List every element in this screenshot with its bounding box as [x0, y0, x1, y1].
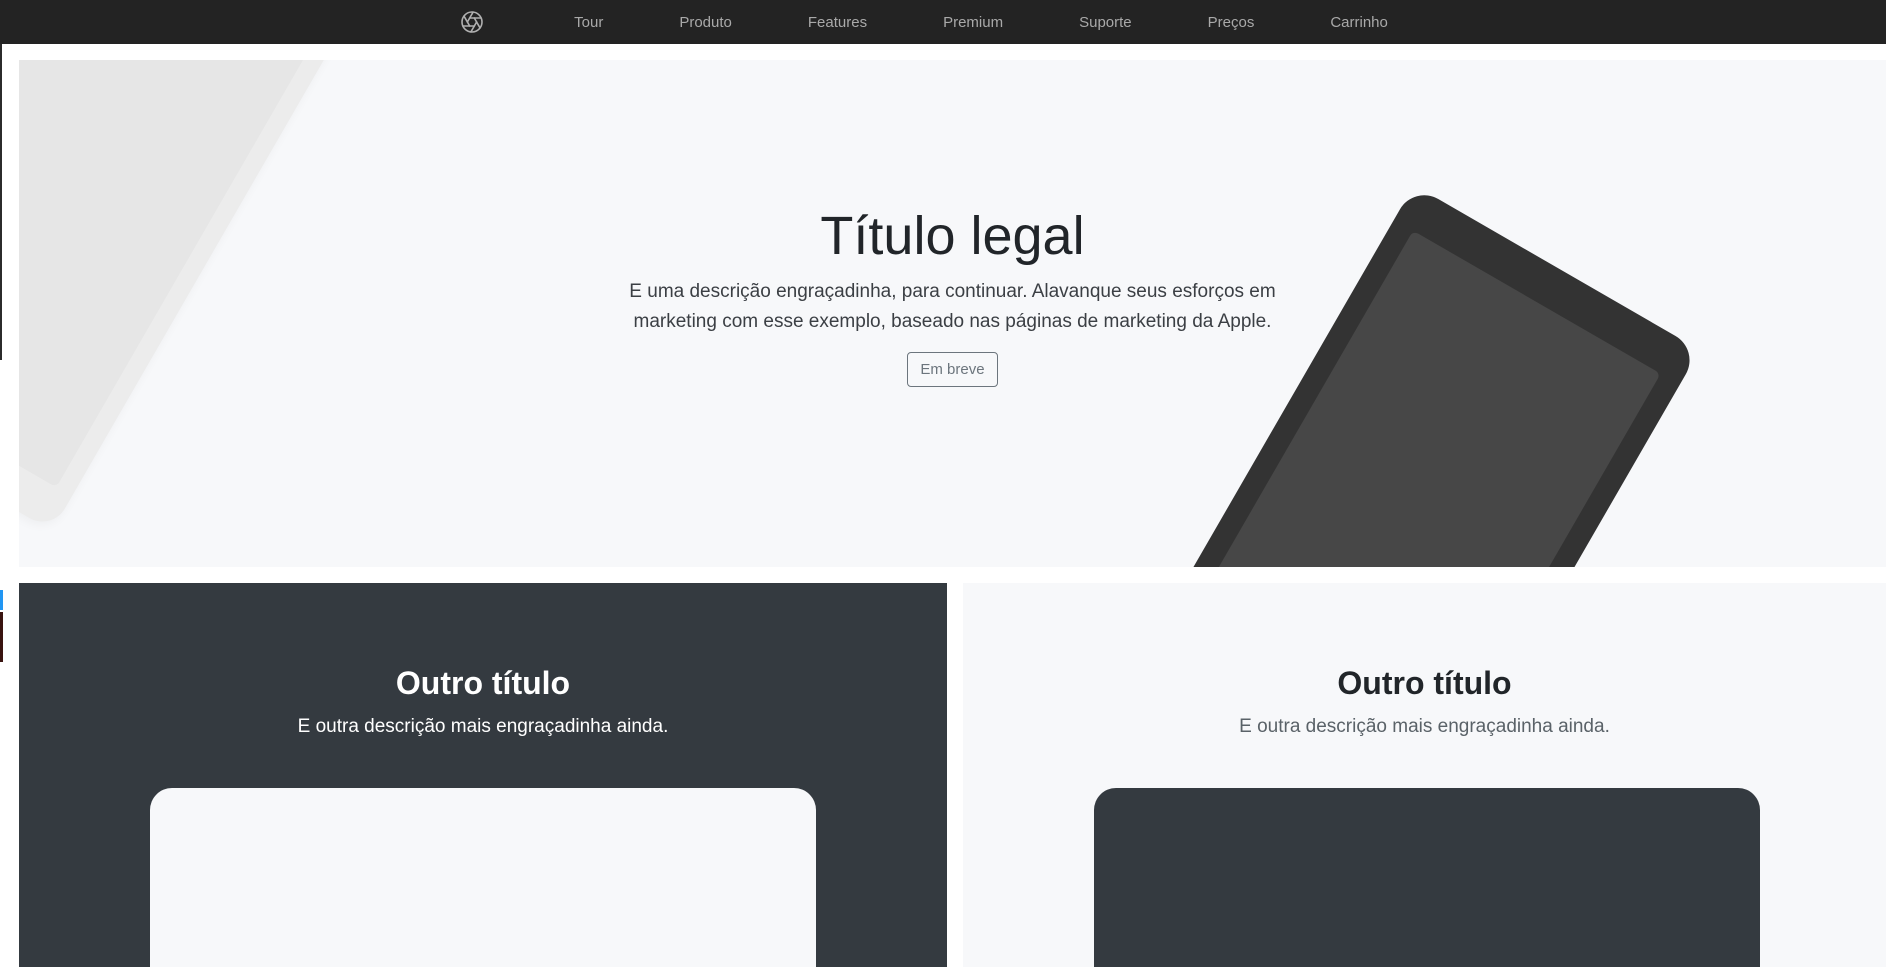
hero-title: Título legal	[820, 206, 1085, 266]
panel-title: Outro título	[395, 665, 571, 701]
coming-soon-button[interactable]: Em breve	[907, 351, 998, 387]
hero-content: Título legal E uma descrição engraçadinh…	[19, 205, 1886, 387]
panel-showcase-box	[150, 788, 816, 967]
nav-link-suporte[interactable]: Suporte	[1079, 14, 1132, 31]
nav-inner: Tour Produto Features Premium Suporte Pr…	[460, 10, 1426, 34]
top-navbar: Tour Produto Features Premium Suporte Pr…	[0, 0, 1886, 44]
nav-link-tour[interactable]: Tour	[574, 14, 603, 31]
nav-link-premium[interactable]: Premium	[943, 14, 1003, 31]
panel-title: Outro título	[1337, 665, 1512, 701]
aperture-icon[interactable]	[460, 10, 484, 34]
panel-showcase-box	[1094, 788, 1760, 967]
feature-panel-light: Outro título E outra descrição mais engr…	[963, 583, 1886, 967]
left-edge-line	[0, 0, 2, 360]
hero-section: Título legal E uma descrição engraçadinh…	[19, 60, 1886, 567]
feature-panel-dark: Outro título E outra descrição mais engr…	[19, 583, 947, 967]
hero-description: E uma descrição engraçadinha, para conti…	[629, 281, 1276, 333]
nav-link-precos[interactable]: Preços	[1208, 14, 1255, 31]
nav-link-produto[interactable]: Produto	[679, 14, 732, 31]
panel-description: E outra descrição mais engraçadinha aind…	[1239, 716, 1610, 737]
left-edge-dark	[0, 612, 3, 662]
nav-link-features[interactable]: Features	[808, 14, 867, 31]
nav-link-carrinho[interactable]: Carrinho	[1330, 14, 1388, 31]
panel-description: E outra descrição mais engraçadinha aind…	[297, 716, 669, 737]
left-edge-accent	[0, 590, 3, 610]
